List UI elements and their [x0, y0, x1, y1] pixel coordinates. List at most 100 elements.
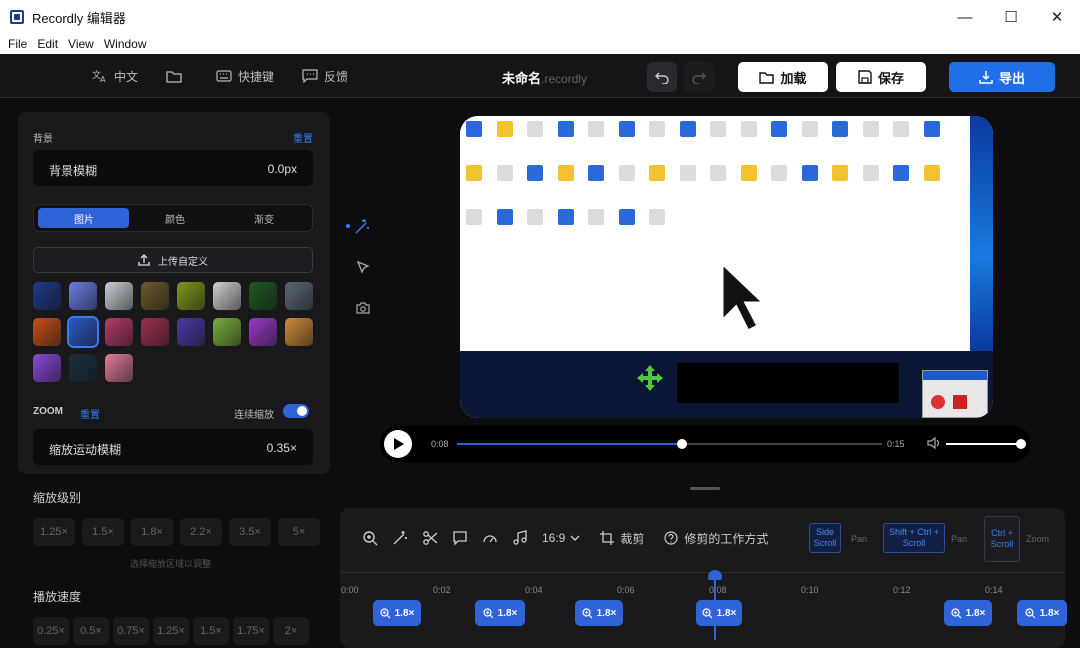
background-blur-field[interactable]: 背景模糊 0.0px: [33, 150, 313, 186]
audio-button[interactable]: [512, 530, 528, 546]
wallpaper-option[interactable]: [177, 318, 205, 346]
zoom-clip[interactable]: 1.8×: [696, 600, 742, 626]
desktop-file-icon: [557, 121, 574, 137]
wallpaper-option[interactable]: [285, 282, 313, 310]
zoom-clip[interactable]: 1.8×: [575, 600, 623, 626]
aspect-ratio-select[interactable]: 16:9: [542, 531, 580, 545]
annotation-button[interactable]: [452, 530, 468, 546]
tab-image[interactable]: 图片: [74, 211, 94, 226]
shortcuts-button[interactable]: 快捷键: [216, 68, 274, 85]
zoom-level-option[interactable]: 5×: [278, 518, 320, 546]
background-reset-link[interactable]: 重置: [293, 130, 313, 145]
wallpaper-option[interactable]: [249, 282, 277, 310]
zoom-tool-button[interactable]: [362, 530, 378, 546]
export-button[interactable]: 导出: [949, 62, 1055, 92]
speed-option[interactable]: 0.5×: [73, 617, 109, 645]
crop-button[interactable]: 裁剪: [600, 530, 644, 547]
load-button[interactable]: 加载: [738, 62, 828, 92]
menu-window[interactable]: Window: [104, 37, 147, 51]
tab-gradient[interactable]: 渐变: [254, 211, 274, 226]
video-preview[interactable]: [460, 116, 993, 418]
menu-bar: File Edit View Window: [0, 34, 1080, 54]
wallpaper-option[interactable]: [105, 282, 133, 310]
wallpaper-option[interactable]: [33, 318, 61, 346]
maximize-button[interactable]: ☐: [988, 0, 1034, 34]
volume-icon[interactable]: [927, 437, 941, 449]
wallpaper-option[interactable]: [33, 282, 61, 310]
zoom-level-option[interactable]: 3.5×: [229, 518, 271, 546]
continuous-zoom-toggle[interactable]: [283, 404, 309, 418]
desktop-file-icon: [649, 165, 665, 181]
wallpaper-option[interactable]: [213, 282, 241, 310]
trim-help-button[interactable]: 修剪的工作方式: [664, 530, 768, 547]
speed-button[interactable]: [482, 530, 498, 546]
title-bar: Recordly 编辑器 — ☐ ✕: [0, 0, 1080, 34]
zoom-level-label: 缩放级别: [33, 491, 82, 505]
trim-button[interactable]: [422, 530, 438, 546]
save-button[interactable]: 保存: [836, 62, 926, 92]
pointer-icon[interactable]: [356, 260, 370, 274]
zoom-level-option[interactable]: 1.5×: [82, 518, 124, 546]
recorded-desktop: [460, 116, 970, 351]
desktop-file-icon: [527, 209, 543, 225]
playhead-handle[interactable]: [708, 570, 722, 580]
zoom-motion-blur-value: 0.35×: [266, 441, 297, 455]
upload-custom-button[interactable]: 上传自定义: [33, 247, 313, 273]
zoom-reset-link[interactable]: 重置: [80, 406, 100, 421]
gauge-icon: [483, 535, 497, 543]
redo-icon: [692, 72, 706, 84]
speed-option[interactable]: 0.75×: [113, 617, 149, 645]
document-title: 未命名: [502, 71, 542, 86]
undo-button[interactable]: [647, 62, 677, 92]
open-folder-button[interactable]: [166, 69, 188, 83]
wallpaper-option[interactable]: [285, 318, 313, 346]
wallpaper-option[interactable]: [105, 354, 133, 382]
zoom-level-option[interactable]: 1.8×: [131, 518, 173, 546]
desktop-file-icon: [466, 165, 482, 181]
speed-option[interactable]: 1.5×: [193, 617, 229, 645]
desktop-file-icon: [588, 209, 604, 225]
zoom-level-option[interactable]: 2.2×: [180, 518, 222, 546]
background-section-label: 背景: [33, 134, 53, 145]
tab-color[interactable]: 颜色: [165, 211, 185, 226]
language-label: 中文: [114, 69, 139, 84]
wallpaper-option[interactable]: [33, 354, 61, 382]
zoom-level-option[interactable]: 1.25×: [33, 518, 75, 546]
minimize-button[interactable]: —: [942, 0, 988, 34]
zoom-clip[interactable]: 1.8×: [1017, 600, 1067, 626]
wallpaper-option[interactable]: [67, 316, 99, 348]
menu-file[interactable]: File: [8, 37, 27, 51]
wallpaper-option[interactable]: [141, 282, 169, 310]
desktop-file-icon: [832, 165, 848, 181]
magnify-plus-icon: [951, 607, 962, 618]
volume-track[interactable]: [946, 443, 1021, 445]
close-button[interactable]: ✕: [1034, 0, 1080, 34]
wallpaper-option[interactable]: [105, 318, 133, 346]
wallpaper-option[interactable]: [69, 354, 97, 382]
wallpaper-option[interactable]: [177, 282, 205, 310]
speed-option[interactable]: 0.25×: [33, 617, 69, 645]
language-button[interactable]: 文A 中文: [92, 68, 138, 85]
zoom-clip[interactable]: 1.8×: [475, 600, 525, 626]
volume-handle[interactable]: [1016, 439, 1026, 449]
menu-view[interactable]: View: [68, 37, 94, 51]
zoom-motion-blur-field[interactable]: 缩放运动模糊 0.35×: [33, 429, 313, 465]
wallpaper-option[interactable]: [249, 318, 277, 346]
zoom-clip[interactable]: 1.8×: [944, 600, 992, 626]
speed-option[interactable]: 2×: [273, 617, 309, 645]
menu-edit[interactable]: Edit: [37, 37, 58, 51]
speed-option[interactable]: 1.75×: [233, 617, 269, 645]
play-button[interactable]: [382, 430, 414, 458]
feedback-button[interactable]: 反馈: [302, 68, 348, 85]
wallpaper-option[interactable]: [213, 318, 241, 346]
redo-button[interactable]: [684, 62, 714, 92]
auto-zoom-button[interactable]: [392, 530, 408, 546]
wallpaper-option[interactable]: [69, 282, 97, 310]
magic-wand-icon[interactable]: [346, 216, 372, 236]
resize-handle[interactable]: [690, 487, 720, 490]
camera-icon[interactable]: [356, 302, 370, 314]
speed-option[interactable]: 1.25×: [153, 617, 189, 645]
playhead[interactable]: [714, 574, 716, 640]
wallpaper-option[interactable]: [141, 318, 169, 346]
zoom-clip[interactable]: 1.8×: [373, 600, 421, 626]
